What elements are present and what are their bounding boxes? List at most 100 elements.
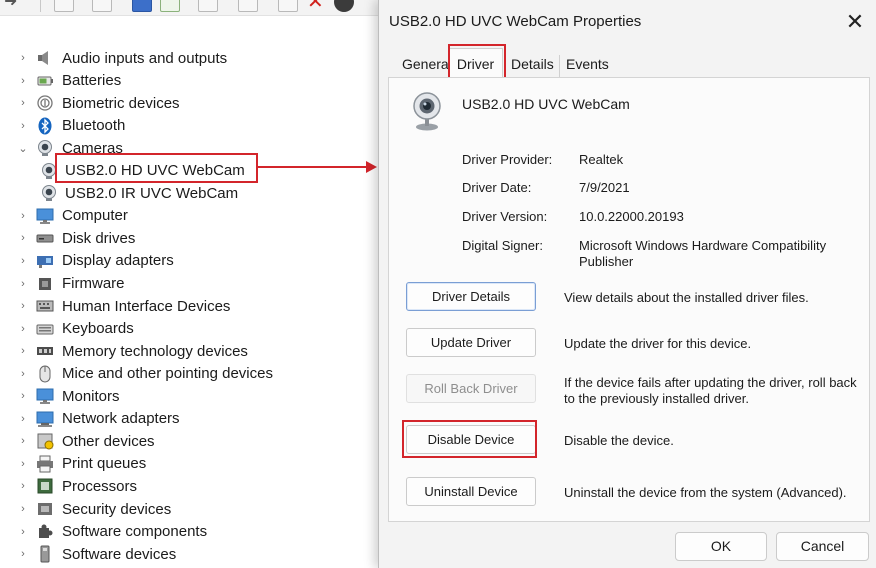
security-icon bbox=[36, 500, 54, 518]
chevron-right-icon[interactable]: › bbox=[16, 458, 30, 470]
battery-icon bbox=[36, 72, 54, 90]
chevron-right-icon[interactable]: › bbox=[16, 368, 30, 380]
properties-toolbar-icon[interactable] bbox=[54, 0, 74, 12]
show-hidden-toolbar-icon[interactable] bbox=[92, 0, 112, 12]
tree-item-label: Firmware bbox=[62, 275, 125, 292]
action-pane-toolbar-icon[interactable] bbox=[160, 0, 180, 12]
ok-button[interactable]: OK bbox=[675, 532, 767, 561]
close-icon[interactable]: ✕ bbox=[842, 9, 868, 35]
chevron-right-icon[interactable]: › bbox=[16, 52, 30, 64]
driver-details-button[interactable]: Driver Details bbox=[406, 282, 536, 311]
puzzle-icon bbox=[36, 523, 54, 541]
highlight-connector-line bbox=[257, 166, 369, 168]
tree-category-human-interface-devices[interactable]: › Human Interface Devices bbox=[16, 295, 230, 317]
tab-general[interactable]: General bbox=[396, 55, 452, 77]
roll-back-driver-button[interactable]: Roll Back Driver bbox=[406, 374, 536, 403]
display-adapter-icon bbox=[36, 252, 54, 270]
update-driver-button[interactable]: Update Driver bbox=[406, 328, 536, 357]
dialog-title: USB2.0 HD UVC WebCam Properties bbox=[389, 13, 642, 30]
tree-category-audio-inputs-and-outputs[interactable]: › Audio inputs and outputs bbox=[16, 47, 227, 69]
disk-drive-icon bbox=[36, 229, 54, 247]
chevron-right-icon[interactable]: › bbox=[16, 548, 30, 560]
tree-category-computer[interactable]: › Computer bbox=[16, 205, 128, 227]
chevron-right-icon[interactable]: › bbox=[16, 97, 30, 109]
fingerprint-icon bbox=[36, 94, 54, 112]
chevron-down-icon[interactable]: ⌄ bbox=[16, 142, 30, 155]
chevron-right-icon[interactable]: › bbox=[16, 300, 30, 312]
tree-category-network-adapters[interactable]: › Network adapters bbox=[16, 408, 180, 430]
chevron-right-icon[interactable]: › bbox=[16, 435, 30, 447]
uninstall-device-toolbar-icon[interactable]: ✕ bbox=[307, 0, 324, 12]
toolbar-separator bbox=[40, 0, 41, 12]
unknown-device-icon bbox=[36, 432, 54, 450]
tree-item-label: Audio inputs and outputs bbox=[62, 49, 228, 67]
software-device-icon bbox=[36, 545, 54, 563]
chevron-right-icon[interactable]: › bbox=[16, 75, 30, 87]
chevron-right-icon[interactable]: › bbox=[16, 345, 30, 357]
memory-icon bbox=[36, 342, 54, 360]
tree-item-label: Biometric devices bbox=[62, 94, 180, 112]
chevron-right-icon[interactable]: › bbox=[16, 232, 30, 244]
chevron-right-icon[interactable]: › bbox=[16, 255, 30, 267]
scan-hardware-toolbar-icon[interactable] bbox=[198, 0, 218, 12]
chip-icon bbox=[36, 275, 54, 293]
driver-provider-value: Realtek bbox=[579, 152, 624, 167]
bluetooth-icon bbox=[36, 117, 54, 135]
tree-category-display-adapters[interactable]: › Display adapters bbox=[16, 250, 174, 272]
tree-item-label: Human Interface Devices bbox=[62, 297, 231, 315]
webcam-icon bbox=[36, 139, 54, 157]
tab-events[interactable]: Events bbox=[559, 55, 613, 77]
tree-category-monitors[interactable]: › Monitors bbox=[16, 385, 119, 407]
chevron-right-icon[interactable]: › bbox=[16, 210, 30, 222]
speaker-icon bbox=[36, 49, 54, 67]
tree-item-label: Other devices bbox=[62, 432, 155, 450]
tree-category-biometric-devices[interactable]: › Biometric devices bbox=[16, 92, 180, 114]
computer-name-blurred bbox=[8, 26, 160, 42]
highlight-disable-device bbox=[402, 420, 537, 458]
tree-device-usb2-0-ir-uvc-webcam[interactable]: USB2.0 IR UVC WebCam bbox=[40, 182, 238, 204]
chevron-right-icon[interactable]: › bbox=[16, 503, 30, 515]
tree-category-batteries[interactable]: › Batteries bbox=[16, 70, 121, 92]
cancel-button[interactable]: Cancel bbox=[776, 532, 869, 561]
tree-category-security-devices[interactable]: › Security devices bbox=[16, 498, 171, 520]
tree-item-label: Computer bbox=[62, 207, 128, 225]
tree-category-processors[interactable]: › Processors bbox=[16, 475, 137, 497]
highlight-connector-arrow-icon bbox=[366, 161, 377, 173]
tab-details[interactable]: Details bbox=[505, 55, 557, 77]
device-name: USB2.0 HD UVC WebCam bbox=[462, 96, 630, 112]
chevron-right-icon[interactable]: › bbox=[16, 120, 30, 132]
tree-item-label: Print queues bbox=[62, 455, 147, 473]
digital-signer-label: Digital Signer: bbox=[462, 238, 543, 253]
uninstall-device-description: Uninstall the device from the system (Ad… bbox=[564, 485, 847, 500]
tree-category-print-queues[interactable]: › Print queues bbox=[16, 453, 146, 475]
tree-category-mice-and-other-pointing-devices[interactable]: › Mice and other pointing devices bbox=[16, 363, 273, 385]
keyboard-icon bbox=[36, 320, 54, 338]
chevron-right-icon[interactable]: › bbox=[16, 278, 30, 290]
tree-item-label: Display adapters bbox=[62, 252, 174, 270]
chevron-right-icon[interactable]: › bbox=[16, 480, 30, 492]
tree-category-memory-technology-devices[interactable]: › Memory technology devices bbox=[16, 340, 248, 362]
disable-device-toolbar-icon[interactable] bbox=[334, 0, 354, 12]
tree-category-firmware[interactable]: › Firmware bbox=[16, 273, 125, 295]
tree-category-software-devices[interactable]: › Software devices bbox=[16, 543, 176, 565]
chevron-right-icon[interactable]: › bbox=[16, 413, 30, 425]
chevron-right-icon[interactable]: › bbox=[16, 526, 30, 538]
chevron-right-icon[interactable]: › bbox=[16, 323, 30, 335]
help-toolbar-icon[interactable] bbox=[132, 0, 152, 12]
tree-category-bluetooth[interactable]: › Bluetooth bbox=[16, 115, 125, 137]
tree-item-label: USB2.0 IR UVC WebCam bbox=[65, 184, 239, 202]
driver-version-label: Driver Version: bbox=[462, 209, 548, 224]
forward-arrow-icon[interactable]: ➜ bbox=[4, 0, 17, 10]
tree-category-other-devices[interactable]: › Other devices bbox=[16, 430, 155, 452]
enable-device-toolbar-icon[interactable] bbox=[278, 0, 298, 12]
chevron-right-icon[interactable]: › bbox=[16, 390, 30, 402]
tree-item-label: Network adapters bbox=[62, 410, 180, 428]
driver-provider-label: Driver Provider: bbox=[462, 152, 553, 167]
uninstall-device-button[interactable]: Uninstall Device bbox=[406, 477, 536, 506]
tree-item-label: Memory technology devices bbox=[62, 342, 248, 360]
tree-category-software-components[interactable]: › Software components bbox=[16, 521, 207, 543]
digital-signer-value: Microsoft Windows Hardware Compatibility… bbox=[579, 238, 827, 269]
tree-category-keyboards[interactable]: › Keyboards bbox=[16, 318, 134, 340]
tree-category-disk-drives[interactable]: › Disk drives bbox=[16, 227, 135, 249]
update-driver-toolbar-icon[interactable] bbox=[238, 0, 258, 12]
